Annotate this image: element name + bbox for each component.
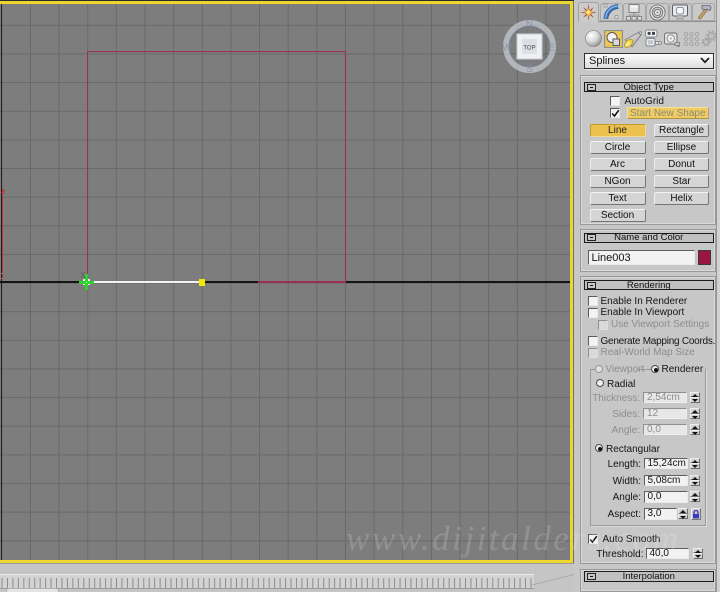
svg-text:N: N	[526, 20, 533, 30]
svg-text:W: W	[503, 43, 512, 54]
svg-text:TOP: TOP	[523, 46, 535, 52]
svg-text:S: S	[526, 64, 533, 73]
svg-text:E: E	[549, 43, 556, 54]
